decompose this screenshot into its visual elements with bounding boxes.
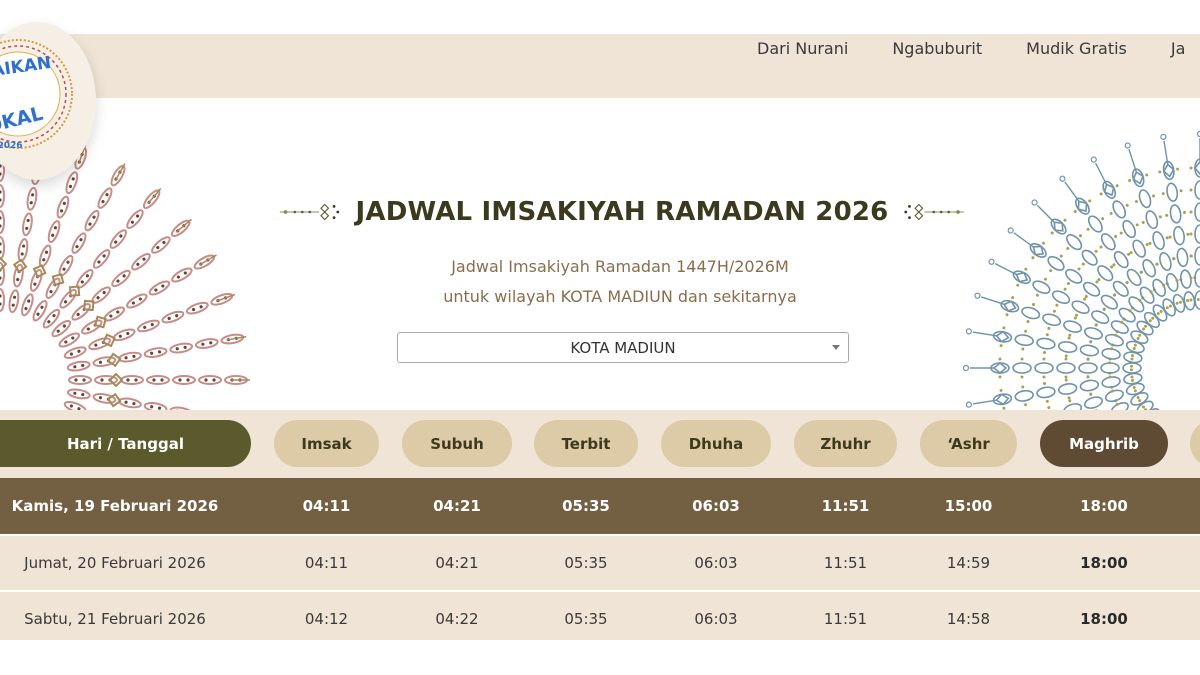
right-mandala-ornament-icon xyxy=(962,130,1200,410)
nav-item-truncated[interactable]: Ja xyxy=(1171,39,1186,58)
region-select-value: KOTA MADIUN xyxy=(570,339,676,357)
cell-maghrib: 18:00 xyxy=(1080,497,1128,515)
header-ashr[interactable]: ‘Ashr xyxy=(920,420,1017,467)
title-ornament-left-icon xyxy=(279,203,340,221)
cell-imsak: 04:11 xyxy=(304,553,349,572)
cell-maghrib: 18:00 xyxy=(1080,553,1128,572)
nav-item-ngabuburit[interactable]: Ngabuburit xyxy=(892,39,982,58)
header-imsak[interactable]: Imsak xyxy=(274,420,379,467)
page-title: JADWAL IMSAKIYAH RAMADAN 2026 xyxy=(355,197,889,227)
cell-imsak: 04:12 xyxy=(304,609,349,628)
cell-dhuha: 06:03 xyxy=(694,553,738,572)
event-logo[interactable]: AIKAN OKAL 2026 xyxy=(0,22,96,180)
cell-ashr: 14:58 xyxy=(946,609,991,628)
header-next-truncated[interactable] xyxy=(1190,420,1200,467)
table-row[interactable]: Sabtu, 21 Februari 2026 04:12 04:22 05:3… xyxy=(0,590,1200,640)
logo-badge-icon: AIKAN OKAL 2026 xyxy=(0,39,73,151)
chevron-down-icon xyxy=(832,345,840,350)
table-row[interactable]: Kamis, 19 Februari 2026 04:11 04:21 05:3… xyxy=(0,478,1200,534)
cell-subuh: 04:22 xyxy=(435,609,479,628)
imsakiyah-schedule-table: Hari / Tanggal Imsak Subuh Terbit Dhuha … xyxy=(0,410,1200,640)
header-maghrib[interactable]: Maghrib xyxy=(1040,420,1168,467)
header-terbit[interactable]: Terbit xyxy=(534,420,638,467)
logo-year: 2026 xyxy=(0,141,23,151)
header-zhuhr[interactable]: Zhuhr xyxy=(794,420,897,467)
table-header-row: Hari / Tanggal Imsak Subuh Terbit Dhuha … xyxy=(0,410,1200,478)
table-row[interactable]: Jumat, 20 Februari 2026 04:11 04:21 05:3… xyxy=(0,534,1200,589)
cell-zhuhr: 11:51 xyxy=(821,497,870,515)
header-date[interactable]: Hari / Tanggal xyxy=(0,420,251,467)
title-ornament-right-icon xyxy=(904,203,965,221)
cell-terbit: 05:35 xyxy=(562,497,610,515)
title-row: JADWAL IMSAKIYAH RAMADAN 2026 xyxy=(278,194,966,230)
cell-maghrib: 18:00 xyxy=(1080,609,1128,628)
cell-terbit: 05:35 xyxy=(564,553,608,572)
cell-ashr: 15:00 xyxy=(944,497,993,515)
cell-imsak: 04:11 xyxy=(302,497,351,515)
cell-dhuha: 06:03 xyxy=(692,497,740,515)
cell-date: Kamis, 19 Februari 2026 xyxy=(11,497,219,515)
subtitle-line-1: Jadwal Imsakiyah Ramadan 1447H/2026M xyxy=(451,257,789,276)
header-subuh[interactable]: Subuh xyxy=(402,420,512,467)
cell-zhuhr: 11:51 xyxy=(823,553,868,572)
nav-item-dari-nurani[interactable]: Dari Nurani xyxy=(757,39,848,58)
top-navigation-bar: Dari Nurani Ngabuburit Mudik Gratis Ja xyxy=(0,34,1200,98)
cell-dhuha: 06:03 xyxy=(694,609,738,628)
region-select[interactable]: KOTA MADIUN xyxy=(397,332,849,363)
cell-date: Jumat, 20 Februari 2026 xyxy=(24,553,206,572)
header-dhuha[interactable]: Dhuha xyxy=(661,420,771,467)
cell-ashr: 14:59 xyxy=(946,553,991,572)
cell-subuh: 04:21 xyxy=(433,497,481,515)
nav-item-mudik-gratis[interactable]: Mudik Gratis xyxy=(1026,39,1127,58)
cell-date: Sabtu, 21 Februari 2026 xyxy=(24,609,206,628)
hero-section: JADWAL IMSAKIYAH RAMADAN 2026 Jadwal Ims… xyxy=(0,98,1200,410)
cell-terbit: 05:35 xyxy=(564,609,608,628)
subtitle-line-2: untuk wilayah KOTA MADIUN dan sekitarnya xyxy=(443,287,797,306)
cell-zhuhr: 11:51 xyxy=(823,609,868,628)
cell-subuh: 04:21 xyxy=(435,553,479,572)
main-nav: Dari Nurani Ngabuburit Mudik Gratis Ja xyxy=(757,39,1200,58)
